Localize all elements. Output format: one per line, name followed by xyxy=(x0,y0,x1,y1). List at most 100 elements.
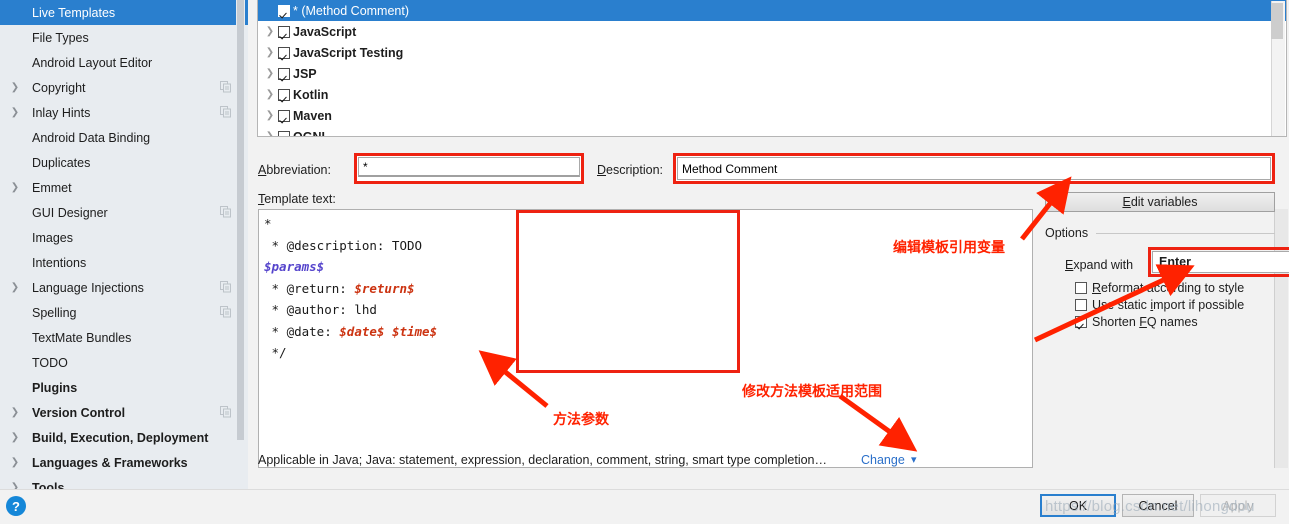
change-context-link[interactable]: Change xyxy=(861,453,905,467)
applicable-context-text: Applicable in Java; Java: statement, exp… xyxy=(258,453,828,467)
sidebar-item-android-data-binding[interactable]: Android Data Binding xyxy=(0,125,248,150)
shorten-fq-checkbox[interactable] xyxy=(1075,316,1087,328)
chevron-right-icon[interactable]: ❯ xyxy=(8,457,22,468)
tree-row[interactable]: ❯ Kotlin xyxy=(258,84,1286,105)
description-input[interactable] xyxy=(677,157,1271,180)
sidebar-item-inlay-hints[interactable]: ❯ Inlay Hints xyxy=(0,100,248,125)
chevron-right-icon[interactable]: ❯ xyxy=(262,26,278,37)
chevron-right-icon[interactable]: ❯ xyxy=(262,89,278,100)
live-templates-panel: * (Method Comment) ❯ JavaScript ❯ JavaScript… xyxy=(248,0,1289,489)
edit-variables-label: Edit variables xyxy=(1122,195,1198,209)
sidebar-scrollbar-thumb[interactable] xyxy=(237,0,244,440)
sidebar-item-textmate-bundles[interactable]: TextMate Bundles xyxy=(0,325,248,350)
tree-row[interactable]: ❯ JavaScript Testing xyxy=(258,42,1286,63)
sidebar-item-label: GUI Designer xyxy=(32,205,108,220)
chevron-right-icon[interactable]: ❯ xyxy=(262,68,278,79)
sidebar-item-version-control[interactable]: ❯ Version Control xyxy=(0,400,248,425)
tree-row-label: * (Method Comment) xyxy=(293,3,410,18)
sidebar-item-label: Live Templates xyxy=(32,5,116,20)
sidebar-item-intentions[interactable]: Intentions xyxy=(0,250,248,275)
expand-with-dropdown[interactable]: Enter ▾ xyxy=(1152,251,1289,273)
sidebar-item-label: Spelling xyxy=(32,305,77,320)
help-icon[interactable]: ? xyxy=(6,496,26,516)
sidebar-item-languages-frameworks[interactable]: ❯ Languages & Frameworks xyxy=(0,450,248,475)
chevron-right-icon[interactable]: ❯ xyxy=(8,482,22,489)
tree-row-label: Kotlin xyxy=(293,87,329,102)
tree-row[interactable]: ❯ JSP xyxy=(258,63,1286,84)
copy-icon[interactable] xyxy=(220,281,232,293)
chevron-right-icon[interactable]: ❯ xyxy=(8,407,22,418)
tree-row-checkbox[interactable] xyxy=(278,109,290,122)
tree-row-checkbox[interactable] xyxy=(278,4,290,17)
tree-row[interactable]: ❯ OGNL xyxy=(258,126,1286,136)
chevron-right-icon[interactable]: ❯ xyxy=(8,432,22,443)
tree-row-checkbox[interactable] xyxy=(278,130,290,136)
copy-icon[interactable] xyxy=(220,81,232,93)
sidebar-item-live-templates[interactable]: Live Templates xyxy=(0,0,248,25)
tree-row-label: JSP xyxy=(293,66,317,81)
sidebar-item-copyright[interactable]: ❯ Copyright xyxy=(0,75,248,100)
tree-row-label: Maven xyxy=(293,108,332,123)
sidebar-item-label: Intentions xyxy=(32,255,87,270)
watermark: https://blog.csdn.net/lihongdou xyxy=(1045,498,1255,515)
abbreviation-input[interactable] xyxy=(358,157,580,177)
sidebar-item-duplicates[interactable]: Duplicates xyxy=(0,150,248,175)
edit-variables-button[interactable]: Edit variables xyxy=(1045,192,1275,212)
sidebar-item-label: Version Control xyxy=(32,405,126,420)
option-static-import-row[interactable]: Use static import if possible xyxy=(1075,298,1244,312)
settings-sidebar[interactable]: Live Templates File Types Android Layout E… xyxy=(0,0,248,489)
template-groups-tree[interactable]: * (Method Comment) ❯ JavaScript ❯ JavaScript… xyxy=(257,0,1287,137)
option-reformat-row[interactable]: Reformat according to style xyxy=(1075,281,1244,295)
tree-row-checkbox[interactable] xyxy=(278,67,290,80)
chevron-right-icon[interactable]: ❯ xyxy=(8,82,22,93)
static-import-checkbox[interactable] xyxy=(1075,299,1087,311)
live-templates-settings-dialog: Live Templates File Types Android Layout E… xyxy=(0,0,1289,524)
reformat-checkbox[interactable] xyxy=(1075,282,1087,294)
chevron-right-icon[interactable]: ❯ xyxy=(262,131,278,136)
sidebar-item-label: Tools xyxy=(32,480,65,490)
template-text-content[interactable]: * * @description: TODO $params$ * @retur… xyxy=(264,213,480,364)
change-chevron-icon[interactable]: ▾ xyxy=(911,453,917,466)
shorten-fq-label: Shorten FQ names xyxy=(1092,315,1198,329)
sidebar-item-label: Emmet xyxy=(32,180,72,195)
chevron-right-icon[interactable]: ❯ xyxy=(8,282,22,293)
expand-with-value: Enter xyxy=(1159,255,1191,269)
tree-row-checkbox[interactable] xyxy=(278,25,290,38)
template-text-label: Template text: xyxy=(258,192,336,206)
sidebar-item-todo[interactable]: TODO xyxy=(0,350,248,375)
options-group-title: Options xyxy=(1045,226,1095,240)
sidebar-item-tools[interactable]: ❯ Tools xyxy=(0,475,248,490)
sidebar-item-gui-designer[interactable]: GUI Designer xyxy=(0,200,248,225)
sidebar-item-android-layout-editor[interactable]: Android Layout Editor xyxy=(0,50,248,75)
sidebar-item-label: TODO xyxy=(32,355,68,370)
sidebar-item-label: Plugins xyxy=(32,380,78,395)
copy-icon[interactable] xyxy=(220,406,232,418)
chevron-right-icon[interactable]: ❯ xyxy=(8,182,22,193)
chevron-right-icon[interactable]: ❯ xyxy=(8,107,22,118)
tree-row-checkbox[interactable] xyxy=(278,88,290,101)
expand-with-label: Expand with xyxy=(1065,258,1134,272)
sidebar-item-language-injections[interactable]: ❯ Language Injections xyxy=(0,275,248,300)
sidebar-item-plugins[interactable]: Plugins xyxy=(0,375,248,400)
copy-icon[interactable] xyxy=(220,106,232,118)
tree-row[interactable]: ❯ JavaScript xyxy=(258,21,1286,42)
sidebar-item-label: TextMate Bundles xyxy=(32,330,132,345)
sidebar-item-spelling[interactable]: Spelling xyxy=(0,300,248,325)
copy-icon[interactable] xyxy=(220,306,232,318)
sidebar-item-label: Language Injections xyxy=(32,280,144,295)
sidebar-item-build-execution-deployment[interactable]: ❯ Build, Execution, Deployment xyxy=(0,425,248,450)
chevron-right-icon[interactable]: ❯ xyxy=(262,47,278,58)
sidebar-item-images[interactable]: Images xyxy=(0,225,248,250)
tree-row-label: JavaScript Testing xyxy=(293,45,404,60)
tree-row[interactable]: * (Method Comment) xyxy=(258,0,1286,21)
sidebar-item-label: Copyright xyxy=(32,80,86,95)
chevron-right-icon[interactable]: ❯ xyxy=(262,110,278,121)
tree-scrollbar-track[interactable] xyxy=(1271,1,1285,136)
tree-row[interactable]: ❯ Maven xyxy=(258,105,1286,126)
sidebar-item-file-types[interactable]: File Types xyxy=(0,25,248,50)
option-shorten-fq-row[interactable]: Shorten FQ names xyxy=(1075,315,1198,329)
sidebar-item-emmet[interactable]: ❯ Emmet xyxy=(0,175,248,200)
tree-row-checkbox[interactable] xyxy=(278,46,290,59)
copy-icon[interactable] xyxy=(220,206,232,218)
tree-scrollbar-thumb[interactable] xyxy=(1271,3,1283,39)
